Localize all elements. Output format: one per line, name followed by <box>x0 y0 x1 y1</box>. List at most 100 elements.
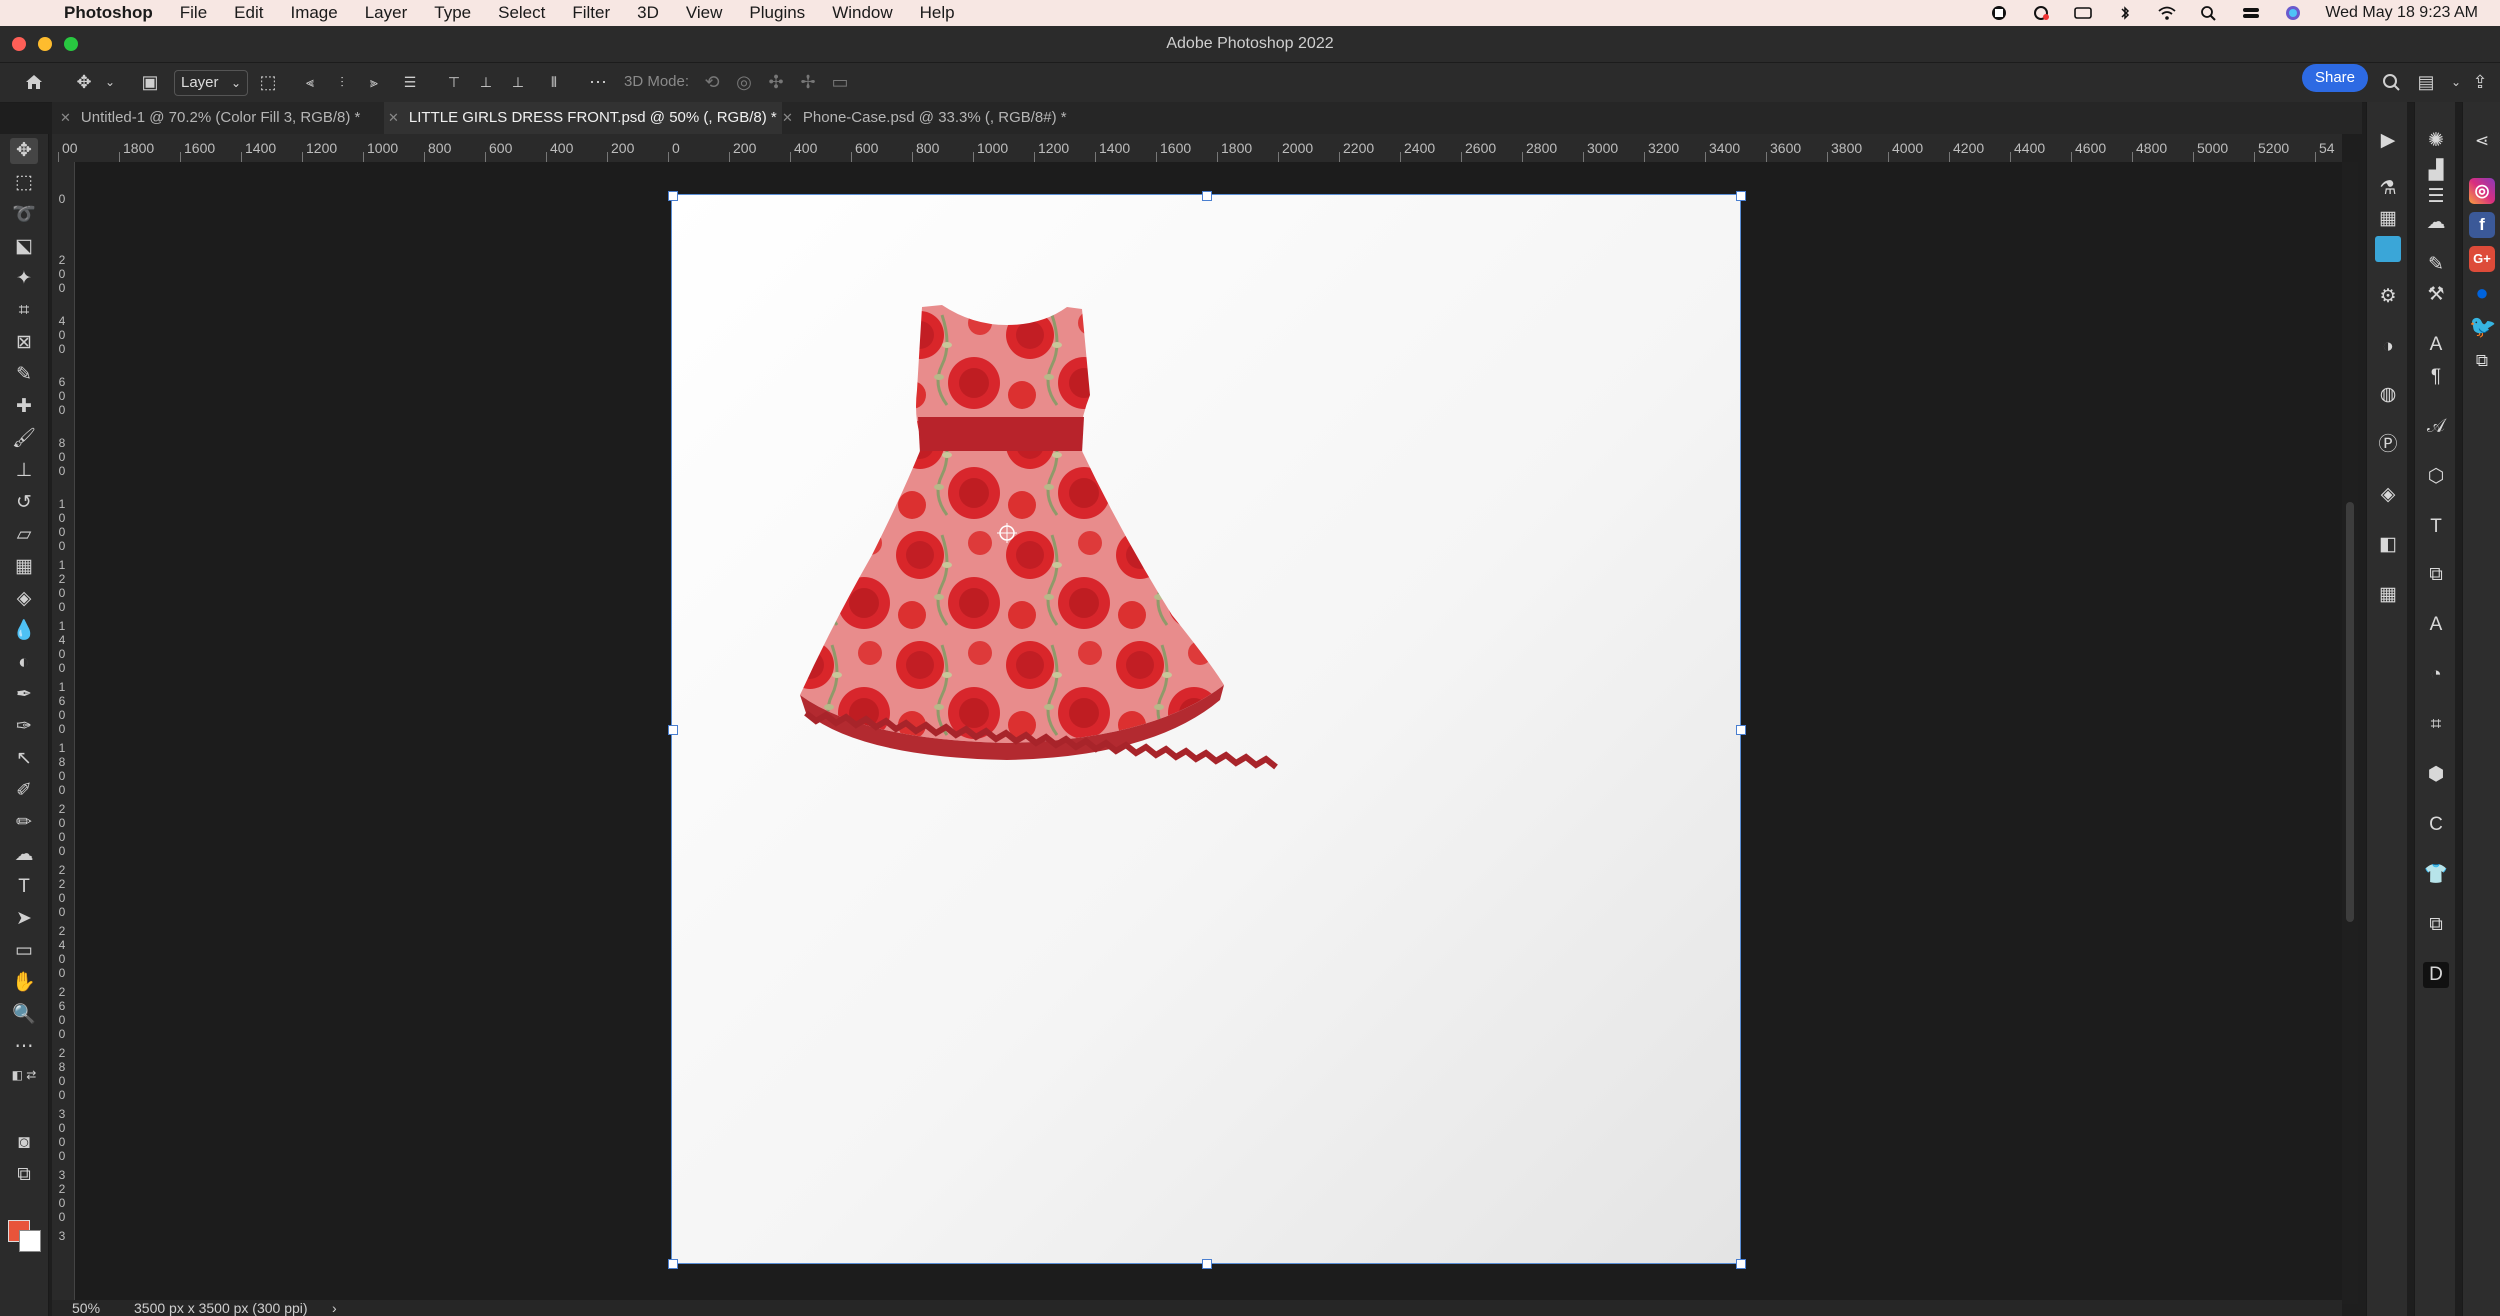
3d-slide-icon[interactable]: ✢ <box>798 73 818 91</box>
clone-stamp-icon[interactable]: ⊥ <box>10 458 38 484</box>
wifi-icon[interactable] <box>2157 5 2177 21</box>
transform-handle[interactable] <box>668 725 678 735</box>
gradient-icon[interactable]: ▦ <box>10 554 38 580</box>
3d-cube-icon[interactable]: ⬡ <box>2423 464 2449 490</box>
quick-mask-icon[interactable]: ◙ <box>10 1130 38 1156</box>
tab-little-girls-dress-front[interactable]: ✕ LITTLE GIRLS DRESS FRONT.psd @ 50% (, R… <box>384 102 782 134</box>
eyedropper-icon[interactable]: ✎ <box>10 362 38 388</box>
adjustments-icon[interactable]: ⚙ <box>2375 284 2401 310</box>
menu-3d[interactable]: 3D <box>637 3 659 23</box>
brightness-icon[interactable]: ✺ <box>2423 128 2449 154</box>
status-chevron-icon[interactable]: › <box>332 1300 337 1316</box>
close-tab-icon[interactable]: ✕ <box>782 110 793 125</box>
crop-icon[interactable]: ⌗ <box>10 298 38 324</box>
google-plus-icon[interactable]: G+ <box>2469 246 2495 272</box>
align-top-icon[interactable]: ⊤ <box>444 73 464 91</box>
menu-filter[interactable]: Filter <box>572 3 610 23</box>
menu-file[interactable]: File <box>180 3 207 23</box>
paths-grid-icon[interactable]: ▦ <box>2375 582 2401 608</box>
menu-view[interactable]: View <box>686 3 723 23</box>
brush-settings-icon[interactable]: ✎ <box>2423 252 2449 278</box>
default-colors-icon[interactable]: ◧ ⇄ <box>10 1062 38 1088</box>
transform-handle[interactable] <box>1202 1259 1212 1269</box>
connect-icon[interactable]: ⌗ <box>2423 712 2449 738</box>
color-picker-icon[interactable]: ⚗ <box>2375 176 2401 202</box>
screen-record-icon[interactable] <box>1989 5 2009 21</box>
freeform-pen-icon[interactable]: ✑ <box>10 714 38 740</box>
tool-preset-chevron-icon[interactable]: ⌄ <box>100 73 120 91</box>
menu-layer[interactable]: Layer <box>365 3 408 23</box>
twitter-icon[interactable]: 🐦 <box>2469 314 2496 340</box>
layers-icon[interactable]: ◈ <box>2375 482 2401 508</box>
more-options-icon[interactable]: ⋯ <box>588 73 608 91</box>
vertical-scrollbar[interactable] <box>2342 162 2358 1304</box>
spotlight-search-icon[interactable] <box>2199 5 2219 21</box>
menubar-clock[interactable]: Wed May 18 9:23 AM <box>2325 4 2478 22</box>
3d-pan-icon[interactable]: ✣ <box>766 73 786 91</box>
c-plugin-icon[interactable]: C <box>2423 812 2449 838</box>
path-selection-icon[interactable]: ➤ <box>10 906 38 932</box>
type-tool-icon[interactable]: T <box>10 874 38 900</box>
move-tool-icon[interactable]: ✥ <box>10 138 38 164</box>
align-middle-v-icon[interactable]: ⊥ <box>476 73 496 91</box>
paragraph-icon[interactable]: ¶ <box>2423 364 2449 390</box>
frame-icon[interactable]: ⊠ <box>10 330 38 356</box>
facebook-icon[interactable]: f <box>2469 212 2495 238</box>
plugin-p-icon[interactable]: Ⓟ <box>2375 432 2401 458</box>
align-right-icon[interactable]: ⫸ <box>364 73 384 91</box>
menu-plugins[interactable]: Plugins <box>749 3 805 23</box>
move-tool-icon[interactable]: ✥ <box>74 73 94 91</box>
glyphs-icon[interactable]: 𝒜 <box>2423 414 2449 440</box>
lasso-icon[interactable]: ➰ <box>10 202 38 228</box>
menu-window[interactable]: Window <box>832 3 892 23</box>
document-canvas[interactable] <box>668 191 1746 1269</box>
workspace-icon[interactable]: ▤ <box>2416 73 2436 91</box>
close-tab-icon[interactable]: ✕ <box>60 110 71 125</box>
libraries-icon[interactable]: ⧉ <box>2423 562 2449 588</box>
dodge-icon[interactable]: ◐ <box>10 650 38 676</box>
transform-handle[interactable] <box>668 191 678 201</box>
transform-handle[interactable] <box>1202 191 1212 201</box>
transform-handle[interactable] <box>1736 1259 1746 1269</box>
rectangular-marquee-icon[interactable]: ⬚ <box>10 170 38 196</box>
close-window-icon[interactable] <box>12 37 26 51</box>
cloud-icon[interactable]: ☁ <box>2423 210 2449 236</box>
tab-phone-case[interactable]: ✕ Phone-Case.psd @ 33.3% (, RGB/8#) * <box>778 102 1082 134</box>
align-center-h-icon[interactable]: ⫶ <box>332 73 352 91</box>
3d-camera-icon[interactable]: ▭ <box>830 73 850 91</box>
3d-orbit-icon[interactable]: ⟲ <box>702 73 722 91</box>
menu-image[interactable]: Image <box>290 3 337 23</box>
auto-select-icon[interactable]: ▣ <box>140 73 160 91</box>
close-tab-icon[interactable]: ✕ <box>388 110 399 125</box>
hand-tool-icon[interactable]: ✋ <box>10 970 38 996</box>
siri-icon[interactable] <box>2283 5 2303 21</box>
play-actions-icon[interactable]: ▶ <box>2375 128 2401 154</box>
screen-mode-icon[interactable]: ⧉ <box>10 1162 38 1188</box>
character-icon[interactable]: A <box>2423 332 2449 358</box>
auto-select-dropdown[interactable]: Layer ⌄ <box>174 70 248 96</box>
menu-help[interactable]: Help <box>920 3 955 23</box>
pen-icon[interactable]: ✒ <box>10 682 38 708</box>
zoom-window-icon[interactable] <box>64 37 78 51</box>
control-center-icon[interactable] <box>2241 5 2261 21</box>
channels-icon[interactable]: ◧ <box>2375 532 2401 558</box>
type-plugin-icon[interactable]: T <box>2423 514 2449 540</box>
paint-bucket-icon[interactable]: ◈ <box>10 586 38 612</box>
box-plugin-icon[interactable]: ⬢ <box>2423 762 2449 788</box>
creative-cloud-icon[interactable] <box>2031 5 2051 21</box>
background-color-swatch[interactable] <box>19 1230 41 1252</box>
share-button[interactable]: Share <box>2302 64 2368 92</box>
document-plugin-icon[interactable]: D <box>2423 962 2449 988</box>
search-icon[interactable] <box>2382 73 2402 91</box>
distribute-v-icon[interactable]: ⦀ <box>544 73 564 91</box>
transform-handle[interactable] <box>1736 191 1746 201</box>
instagram-icon[interactable]: ◎ <box>2469 178 2495 204</box>
export-icon[interactable]: ⧉ <box>2469 348 2495 374</box>
tab-untitled-1[interactable]: ✕ Untitled-1 @ 70.2% (Color Fill 3, RGB/8… <box>56 102 382 134</box>
display-icon[interactable] <box>2073 5 2093 21</box>
magic-wand-icon[interactable]: ✦ <box>10 266 38 292</box>
share-icon[interactable]: ⋖ <box>2469 128 2495 154</box>
smudge-icon[interactable]: ☁ <box>10 842 38 868</box>
home-icon[interactable] <box>24 73 44 91</box>
tshirt-icon[interactable]: 👕 <box>2423 862 2449 888</box>
